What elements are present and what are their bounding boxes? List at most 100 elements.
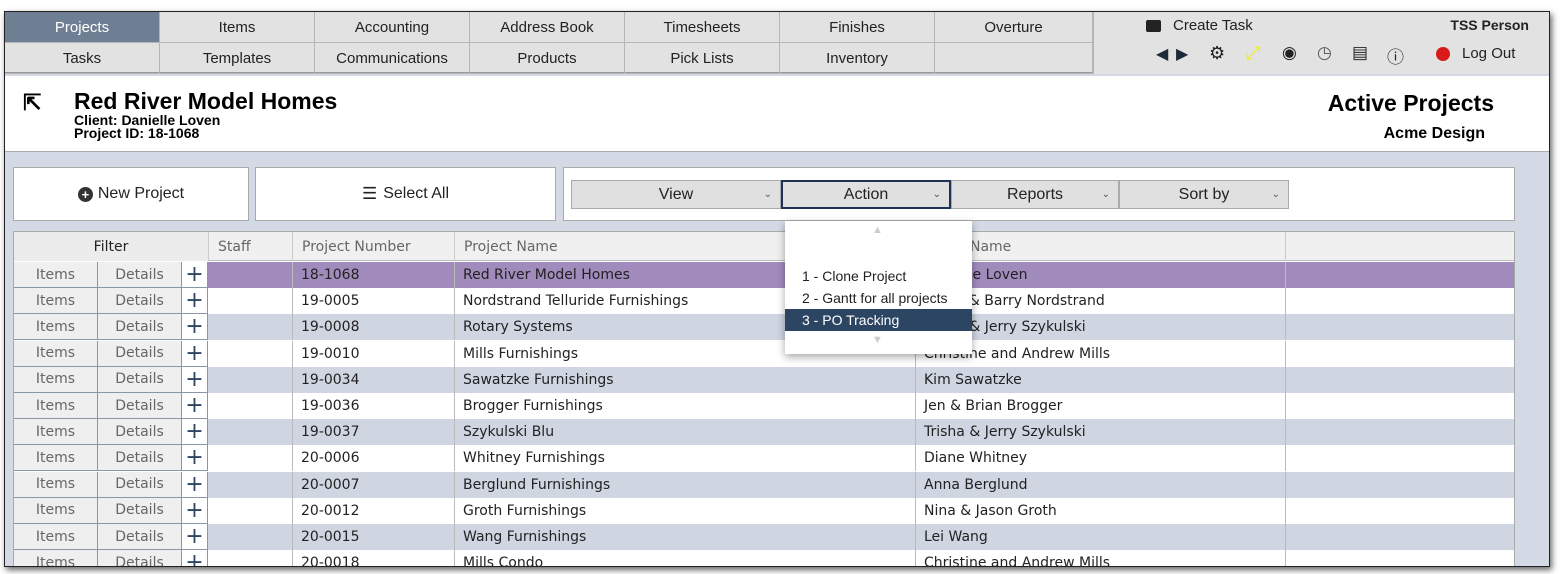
details-button[interactable]: Details bbox=[98, 419, 182, 446]
items-button[interactable]: Items bbox=[14, 366, 98, 393]
table-row[interactable]: Items Details +20-0006 Whitney Furnishings D… bbox=[14, 445, 1514, 472]
tab-products[interactable]: Products bbox=[470, 43, 625, 74]
items-button[interactable]: Items bbox=[14, 497, 98, 524]
view-dropdown[interactable]: View ⌄ bbox=[571, 180, 781, 209]
newspaper-icon[interactable]: ▤ bbox=[1352, 43, 1368, 63]
details-button[interactable]: Details bbox=[98, 393, 182, 419]
user-name: TSS Person bbox=[1450, 17, 1529, 33]
menu-item-gantt[interactable]: 2 - Gantt for all projects bbox=[785, 287, 972, 309]
details-button[interactable]: Details bbox=[98, 288, 182, 315]
tab-items[interactable]: Items bbox=[160, 12, 315, 43]
add-icon[interactable]: + bbox=[182, 393, 208, 419]
cell: 20-0018 bbox=[293, 550, 455, 566]
cell: Anna Berglund bbox=[916, 471, 1286, 498]
menu-item-clone-project[interactable]: 1 - Clone Project bbox=[785, 265, 972, 287]
cell: Whitney Furnishings bbox=[455, 445, 916, 472]
table-row[interactable]: Items Details +18-1068 Red River Model Home… bbox=[14, 262, 1514, 288]
cell bbox=[1286, 419, 1514, 445]
table-row[interactable]: Items Details +19-0008 Rotary Systems Trisha… bbox=[14, 314, 1514, 341]
clock-icon[interactable]: ◷ bbox=[1317, 43, 1332, 63]
table-row[interactable]: Items Details +20-0007 Berglund Furnishings… bbox=[14, 471, 1514, 498]
tab-accounting[interactable]: Accounting bbox=[315, 12, 470, 43]
add-icon[interactable]: + bbox=[182, 419, 208, 446]
user-icon[interactable]: ◉ bbox=[1282, 43, 1297, 63]
items-button[interactable]: Items bbox=[14, 262, 98, 288]
add-icon[interactable]: + bbox=[182, 262, 208, 288]
tab-projects[interactable]: Projects bbox=[5, 12, 160, 43]
items-button[interactable]: Items bbox=[14, 550, 98, 566]
cell: Mills Condo bbox=[455, 550, 916, 566]
table-row[interactable]: Items Details +19-0010 Mills Furnishings Chr… bbox=[14, 340, 1514, 367]
tab-inventory[interactable]: Inventory bbox=[780, 43, 935, 74]
items-button[interactable]: Items bbox=[14, 340, 98, 367]
cell bbox=[1286, 262, 1514, 288]
details-button[interactable]: Details bbox=[98, 262, 182, 288]
add-icon[interactable]: + bbox=[182, 471, 208, 498]
arrow-left-icon[interactable]: ◀ bbox=[1156, 44, 1168, 64]
table-row[interactable]: Items Details +19-0036 Brogger Furnishings J… bbox=[14, 393, 1514, 419]
table-row[interactable]: Items Details +20-0018 Mills Condo Christine… bbox=[14, 550, 1514, 566]
scroll-up-icon[interactable]: ▲ bbox=[872, 224, 883, 236]
details-button[interactable]: Details bbox=[98, 366, 182, 393]
external-link-icon[interactable]: ⇱ bbox=[23, 90, 41, 116]
items-button[interactable]: Items bbox=[14, 419, 98, 446]
tab-address-book[interactable]: Address Book bbox=[470, 12, 625, 43]
details-button[interactable]: Details bbox=[98, 524, 182, 550]
cell: 20-0015 bbox=[293, 524, 455, 550]
tab-overture[interactable]: Overture bbox=[935, 12, 1093, 43]
logout-button[interactable]: Log Out bbox=[1436, 45, 1515, 62]
details-button[interactable]: Details bbox=[98, 445, 182, 472]
cell bbox=[209, 393, 293, 419]
reports-dropdown[interactable]: Reports ⌄ bbox=[951, 180, 1119, 209]
add-icon[interactable]: + bbox=[182, 314, 208, 341]
info-icon[interactable]: ⓘ bbox=[1387, 43, 1404, 68]
tab-timesheets[interactable]: Timesheets bbox=[625, 12, 780, 43]
action-dropdown[interactable]: Action ⌄ bbox=[781, 180, 951, 209]
tab-communications[interactable]: Communications bbox=[315, 43, 470, 74]
details-button[interactable]: Details bbox=[98, 340, 182, 367]
new-project-button[interactable]: + New Project bbox=[13, 167, 249, 221]
tab-pick-lists[interactable]: Pick Lists bbox=[625, 43, 780, 74]
cell: Sawatzke Furnishings bbox=[455, 366, 916, 393]
sort-by-dropdown[interactable]: Sort by ⌄ bbox=[1119, 180, 1289, 209]
column-header-staff[interactable]: Staff bbox=[209, 232, 293, 261]
details-button[interactable]: Details bbox=[98, 550, 182, 566]
resize-icon[interactable]: ⤢ bbox=[1246, 43, 1260, 64]
tab-tasks[interactable]: Tasks bbox=[5, 43, 160, 74]
add-icon[interactable]: + bbox=[182, 366, 208, 393]
table-row[interactable]: Items Details +20-0012 Groth Furnishings Nin… bbox=[14, 497, 1514, 524]
items-button[interactable]: Items bbox=[14, 445, 98, 472]
add-icon[interactable]: + bbox=[182, 497, 208, 524]
items-button[interactable]: Items bbox=[14, 471, 98, 498]
details-button[interactable]: Details bbox=[98, 497, 182, 524]
gear-icon[interactable]: ⚙ bbox=[1209, 43, 1225, 64]
cell bbox=[1286, 524, 1514, 550]
cell: Groth Furnishings bbox=[455, 497, 916, 524]
items-button[interactable]: Items bbox=[14, 524, 98, 550]
add-icon[interactable]: + bbox=[182, 340, 208, 367]
tab-finishes[interactable]: Finishes bbox=[780, 12, 935, 43]
table-row[interactable]: Items Details +19-0005 Nordstrand Telluride… bbox=[14, 288, 1514, 315]
table-row[interactable]: Items Details +20-0015 Wang Furnishings Lei … bbox=[14, 524, 1514, 550]
add-icon[interactable]: + bbox=[182, 288, 208, 315]
details-button[interactable]: Details bbox=[98, 471, 182, 498]
project-title: Red River Model Homes bbox=[74, 88, 338, 114]
arrow-right-icon[interactable]: ▶ bbox=[1176, 44, 1188, 64]
add-icon[interactable]: + bbox=[182, 524, 208, 550]
create-task-button[interactable]: Create Task bbox=[1146, 17, 1253, 34]
cell: Jen & Brian Brogger bbox=[916, 393, 1286, 419]
details-button[interactable]: Details bbox=[98, 314, 182, 341]
table-row[interactable]: Items Details +19-0034 Sawatzke Furnishings… bbox=[14, 366, 1514, 393]
tab-templates[interactable]: Templates bbox=[160, 43, 315, 74]
filter-button[interactable]: Filter bbox=[14, 232, 209, 261]
items-button[interactable]: Items bbox=[14, 314, 98, 341]
table-row[interactable]: Items Details +19-0037 Szykulski Blu Trisha … bbox=[14, 419, 1514, 446]
menu-item-po-tracking[interactable]: 3 - PO Tracking bbox=[785, 309, 972, 331]
items-button[interactable]: Items bbox=[14, 393, 98, 419]
add-icon[interactable]: + bbox=[182, 550, 208, 566]
add-icon[interactable]: + bbox=[182, 445, 208, 472]
column-header-project-number[interactable]: Project Number bbox=[293, 232, 455, 261]
items-button[interactable]: Items bbox=[14, 288, 98, 315]
select-all-button[interactable]: ☰ Select All bbox=[255, 167, 556, 221]
scroll-down-icon[interactable]: ▼ bbox=[872, 334, 883, 346]
